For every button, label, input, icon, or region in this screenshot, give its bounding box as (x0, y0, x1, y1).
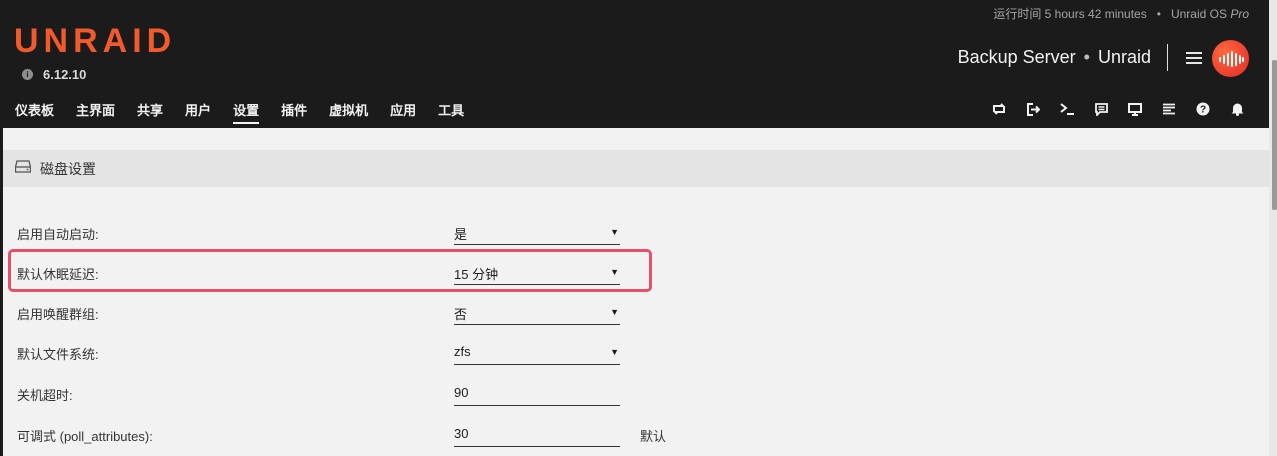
default-label: 默认 (640, 429, 667, 444)
header-toolbar: ? (991, 101, 1245, 117)
setting-row-poll-attributes: 可调式 (poll_attributes): 30 默认 (17, 422, 717, 448)
dropdown-arrow-icon: ▼ (610, 227, 619, 237)
nav-users[interactable]: 用户 (185, 100, 211, 124)
version-number: 6.12.10 (43, 67, 87, 82)
log-icon[interactable] (1161, 101, 1177, 117)
top-header: 运行时间 5 hours 42 minutes • Unraid OS Pro UN… (0, 0, 1269, 128)
input-value: 30 (454, 426, 469, 441)
edition-prefix: Unraid OS (1170, 7, 1227, 21)
main-nav: 仪表板 主界面 共享 用户 设置 插件 虚拟机 应用 工具 (15, 100, 486, 124)
version-info[interactable]: i 6.12.10 (22, 67, 86, 82)
setting-row-filesystem: 默认文件系统: zfs ▼ (17, 340, 717, 366)
nav-settings[interactable]: 设置 (233, 100, 260, 124)
bell-icon[interactable] (1229, 101, 1245, 117)
switch-icon[interactable] (991, 101, 1007, 117)
setting-label: 启用自动启动: (17, 227, 99, 242)
shutdown-timeout-input[interactable]: 90 (454, 381, 620, 406)
setting-row-spindown: 默认休眠延迟: 15 分钟 ▼ (17, 260, 717, 286)
panel-header: 磁盘设置 (3, 150, 1269, 187)
feedback-icon[interactable] (1093, 101, 1109, 117)
unraid-logo[interactable]: UNRAID (14, 24, 176, 58)
unraid-wave-icon (1218, 50, 1244, 67)
monitor-icon[interactable] (1127, 101, 1143, 117)
autostart-select[interactable]: 是 ▼ (454, 220, 620, 245)
nav-apps[interactable]: 应用 (390, 100, 416, 124)
setting-row-shutdown-timeout: 关机超时: 90 (17, 381, 717, 407)
info-icon[interactable]: i (22, 69, 33, 80)
hard-drive-icon (14, 159, 32, 178)
nav-main[interactable]: 主界面 (76, 100, 115, 124)
dropdown-arrow-icon: ▼ (610, 267, 619, 277)
logout-icon[interactable] (1025, 101, 1041, 117)
input-value: 90 (454, 385, 469, 400)
server-name: Backup Server (957, 47, 1076, 67)
nav-dashboard[interactable]: 仪表板 (15, 100, 54, 124)
terminal-icon[interactable] (1059, 101, 1075, 117)
poll-attributes-input[interactable]: 30 (454, 422, 620, 447)
select-value: 是 (454, 227, 468, 242)
dropdown-arrow-icon: ▼ (610, 347, 619, 357)
avatar[interactable] (1212, 40, 1249, 77)
spindown-delay-select[interactable]: 15 分钟 ▼ (454, 260, 620, 285)
select-value: 否 (454, 307, 468, 322)
setting-row-spinup-groups: 启用唤醒群组: 否 ▼ (17, 300, 717, 326)
nav-tools[interactable]: 工具 (438, 100, 464, 124)
svg-text:?: ? (1200, 105, 1206, 116)
nav-shares[interactable]: 共享 (137, 100, 163, 124)
header-divider (1167, 44, 1168, 71)
menu-icon[interactable] (1186, 52, 1202, 64)
spinup-groups-select[interactable]: 否 ▼ (454, 300, 620, 325)
setting-label: 默认休眠延迟: (17, 267, 99, 282)
panel-title: 磁盘设置 (40, 160, 96, 177)
uptime-status: 运行时间 5 hours 42 minutes • Unraid OS Pro (993, 7, 1249, 21)
setting-label: 可调式 (poll_attributes): (17, 429, 153, 444)
filesystem-select[interactable]: zfs ▼ (454, 340, 620, 365)
dropdown-arrow-icon: ▼ (610, 307, 619, 317)
setting-label: 启用唤醒群组: (17, 307, 99, 322)
nav-vms[interactable]: 虚拟机 (329, 100, 368, 124)
setting-label: 关机超时: (17, 388, 73, 403)
select-value: 15 分钟 (454, 267, 499, 282)
uptime-text: 运行时间 5 hours 42 minutes (993, 7, 1147, 21)
edition-suffix: Pro (1230, 7, 1249, 21)
help-icon[interactable]: ? (1195, 101, 1211, 117)
server-os: Unraid (1097, 47, 1151, 67)
setting-label: 默认文件系统: (17, 347, 99, 362)
setting-row-autostart: 启用自动启动: 是 ▼ (17, 220, 717, 246)
server-title: Backup Server • Unraid (957, 47, 1151, 67)
nav-plugins[interactable]: 插件 (281, 100, 307, 124)
select-value: zfs (454, 344, 471, 359)
scrollbar-thumb[interactable] (1272, 60, 1277, 210)
